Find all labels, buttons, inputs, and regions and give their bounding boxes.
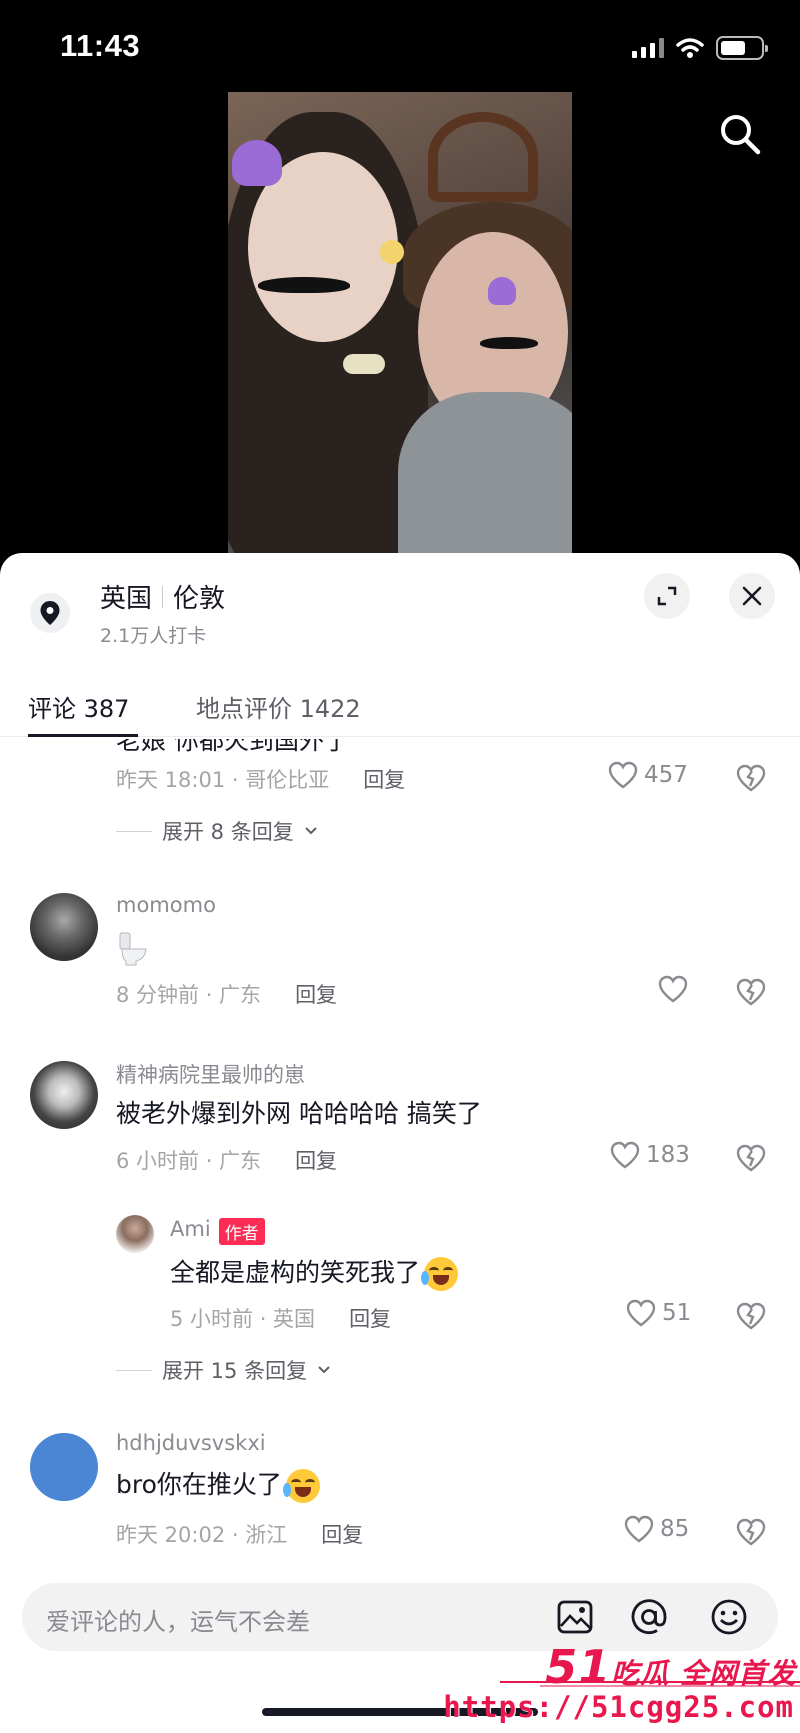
comment-sheet: 英国 伦敦 2.1万人打卡 评论 387 地点评价 1422 老娘 你都火到国外…	[0, 553, 800, 1733]
like-button[interactable]	[658, 975, 688, 1003]
comment-text: 被老外爆到外网 哈哈哈哈 搞笑了	[116, 1099, 482, 1128]
at-sign-icon	[631, 1599, 667, 1634]
reply-meta: 5 小时前 · 英国 回复	[170, 1303, 391, 1333]
comment-list[interactable]: 老娘 你都火到国外了 昨天 18:01 · 哥伦比亚 回复 457 展开 8 条…	[0, 739, 800, 1563]
dislike-icon[interactable]	[736, 1143, 766, 1173]
tab-comments[interactable]: 评论 387	[28, 689, 129, 724]
laugh-cry-emoji	[282, 1469, 320, 1503]
laugh-cry-emoji	[421, 1257, 459, 1291]
octopus-sticker	[232, 140, 282, 186]
dislike-icon[interactable]	[736, 1301, 766, 1331]
expand-button[interactable]	[644, 573, 690, 619]
avatar[interactable]	[30, 1433, 98, 1501]
comment-time: 6 小时前 · 广东	[116, 1149, 262, 1173]
toilet-emoji	[118, 931, 148, 967]
expand-replies-label: 展开 8 条回复	[162, 820, 294, 844]
like-button[interactable]: 183	[610, 1141, 690, 1169]
dislike-icon[interactable]	[736, 1517, 766, 1547]
expand-icon	[657, 586, 677, 606]
comment-text: bro你在推火了	[116, 1470, 282, 1499]
like-count: 183	[646, 1142, 690, 1168]
heart-icon	[658, 975, 688, 1003]
chevron-down-icon	[305, 827, 317, 835]
close-button[interactable]	[729, 573, 775, 619]
comment-time: 昨天 20:02 · 浙江	[116, 1523, 288, 1547]
comment-username[interactable]: momomo	[116, 893, 216, 917]
tab-bar: 评论 387 地点评价 1422	[0, 681, 800, 737]
search-icon[interactable]	[716, 110, 764, 158]
heart-icon	[610, 1141, 640, 1169]
watermark-decor	[500, 1681, 800, 1687]
expand-replies-button[interactable]: 展开 8 条回复	[116, 816, 318, 846]
like-button[interactable]: 85	[624, 1515, 689, 1543]
image-button[interactable]	[556, 1598, 594, 1636]
expand-replies-label: 展开 15 条回复	[162, 1359, 308, 1383]
mustache-sticker	[258, 277, 350, 293]
dislike-icon[interactable]	[736, 977, 766, 1007]
reply-header: Ami 作者	[170, 1217, 265, 1245]
status-icons	[632, 36, 768, 60]
heart-icon	[626, 1299, 656, 1327]
comment-meta: 昨天 20:02 · 浙江 回复	[116, 1519, 363, 1549]
like-button[interactable]: 457	[608, 761, 688, 789]
comment-username[interactable]: 精神病院里最帅的崽	[116, 1059, 305, 1089]
comment-text-partial: 老娘 你都火到国外了	[116, 739, 349, 755]
comment-time: 昨天 18:01 · 哥伦比亚	[116, 768, 330, 792]
dislike-icon[interactable]	[736, 763, 766, 793]
reply-button[interactable]: 回复	[363, 764, 405, 794]
reply-username[interactable]: Ami	[170, 1217, 211, 1241]
heart-icon	[608, 761, 638, 789]
avatar[interactable]	[30, 1061, 98, 1129]
expand-replies-button[interactable]: 展开 15 条回复	[116, 1355, 331, 1385]
watermark-url: https://51cgg25.com	[443, 1690, 794, 1724]
author-avatar[interactable]	[116, 1215, 154, 1253]
location-country: 英国	[100, 584, 153, 614]
reply-button[interactable]: 回复	[295, 979, 337, 1009]
battery-icon	[716, 36, 768, 60]
signal-icon	[632, 38, 664, 58]
like-button[interactable]: 51	[626, 1299, 691, 1327]
location-title[interactable]: 英国 伦敦	[100, 578, 225, 615]
mustache-sticker	[480, 337, 538, 349]
location-pin-icon	[30, 593, 70, 633]
tab-active-indicator	[28, 734, 138, 737]
close-icon	[742, 586, 762, 606]
reply-text: 全都是虚构的笑死我了	[170, 1258, 421, 1287]
reply-button[interactable]: 回复	[349, 1303, 391, 1333]
comment-meta: 昨天 18:01 · 哥伦比亚 回复	[116, 764, 405, 794]
chevron-down-icon	[318, 1366, 330, 1374]
gamepad-sticker	[343, 354, 385, 374]
comment-username[interactable]: hdhjduvsvskxi	[116, 1431, 266, 1455]
comment-meta: 6 小时前 · 广东 回复	[116, 1145, 337, 1175]
emoji-button[interactable]	[710, 1598, 748, 1636]
avatar[interactable]	[30, 893, 98, 961]
heart-icon	[624, 1515, 654, 1543]
comment-input-placeholder: 爱评论的人，运气不会差	[46, 1608, 310, 1636]
comment-text-row: bro你在推火了	[116, 1465, 320, 1503]
status-bar: 11:43	[0, 0, 800, 96]
image-icon	[557, 1600, 593, 1634]
star-sticker	[380, 240, 404, 264]
reply-button[interactable]: 回复	[321, 1519, 363, 1549]
location-city: 伦敦	[173, 584, 226, 614]
wifi-icon	[676, 38, 704, 58]
checkin-count: 2.1万人打卡	[100, 625, 207, 647]
reply-text-row: 全都是虚构的笑死我了	[170, 1253, 459, 1291]
comment-time: 8 分钟前 · 广东	[116, 983, 262, 1007]
location-separator	[162, 585, 164, 608]
like-count: 51	[662, 1300, 692, 1326]
like-count: 457	[644, 762, 688, 788]
video-player[interactable]	[228, 92, 572, 562]
status-time: 11:43	[60, 28, 141, 63]
comment-meta: 8 分钟前 · 广东 回复	[116, 979, 337, 1009]
tab-location-reviews[interactable]: 地点评价 1422	[196, 689, 361, 724]
smiley-icon	[711, 1599, 747, 1635]
author-badge: 作者	[218, 1218, 265, 1245]
octopus-sticker	[488, 277, 516, 305]
reply-button[interactable]: 回复	[295, 1145, 337, 1175]
reply-time: 5 小时前 · 英国	[170, 1307, 316, 1331]
mention-button[interactable]	[630, 1598, 668, 1636]
like-count: 85	[660, 1516, 690, 1542]
